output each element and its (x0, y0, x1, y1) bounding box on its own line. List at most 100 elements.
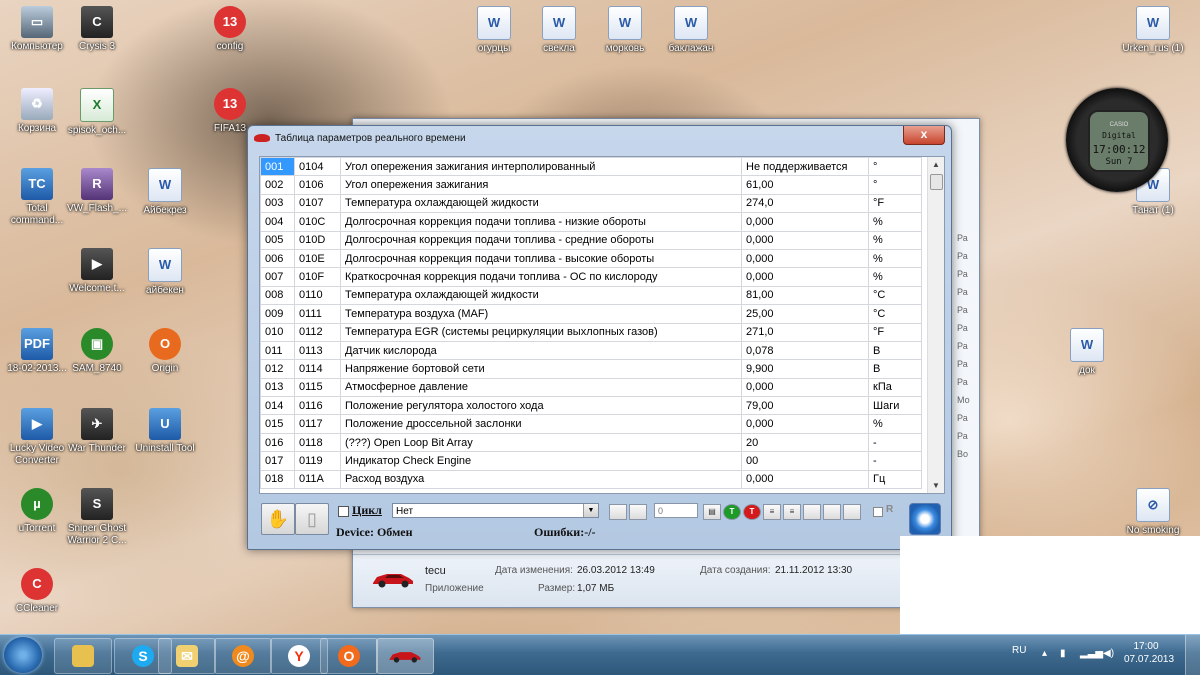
table-row[interactable]: 013 0115 Атмосферное давление 0,000 кПа (260, 377, 922, 398)
desktop-icon-aibekrez[interactable]: W Айбекрез (128, 168, 202, 217)
window-titlebar[interactable]: Таблица параметров реального времени x (248, 126, 951, 152)
explorer-list-item[interactable]: Мо (957, 391, 977, 409)
table-row[interactable]: 004 010C Долгосрочная коррекция подачи топ… (260, 212, 922, 232)
tray-clock[interactable]: 17:00 07.07.2013 (1124, 640, 1174, 666)
explorer-list-item[interactable]: Ра (957, 373, 977, 391)
table-row[interactable]: 014 0116 Положение регулятора холостого хо… (260, 396, 922, 416)
taskbar-explorer[interactable] (54, 638, 112, 674)
desktop-icon-ccleaner[interactable]: C CCleaner (0, 568, 74, 615)
tool-button-1[interactable] (609, 504, 627, 520)
casio-clock-gadget[interactable]: CASIO Digital 17:00:12 Sun 7 (1066, 88, 1168, 192)
desktop-icon-uninstall[interactable]: U Uninstall Tool (128, 408, 202, 455)
desktop-icon-morkov[interactable]: Wморковь (588, 6, 662, 55)
green-t-button[interactable]: T (723, 504, 741, 520)
origin-icon: O (338, 645, 360, 667)
scroll-down-arrow-icon[interactable]: ▼ (932, 481, 940, 490)
battery-icon[interactable]: ▮ (1060, 648, 1066, 659)
table-row[interactable]: 007 010F Краткосрочная коррекция подачи то… (260, 267, 922, 287)
ecu-button[interactable]: ▤ (703, 504, 721, 520)
tool-button-3[interactable] (803, 504, 821, 520)
table-row[interactable]: 017 0119 Индикатор Check Engine 00- (260, 451, 922, 471)
errors-status: Ошибки:-/- (534, 525, 596, 539)
counter-field[interactable]: 0 (654, 503, 698, 518)
desktop-icon-ogurtsy[interactable]: Wогурцы (457, 6, 531, 55)
explorer-list-item[interactable]: Ра (957, 319, 977, 337)
start-button[interactable] (4, 637, 42, 673)
params-table-container[interactable]: 001 0104 Угол опережения зажигания интерпо… (259, 156, 945, 494)
vertical-scrollbar[interactable]: ▲ ▼ (927, 157, 944, 493)
tool-button-4[interactable] (823, 504, 841, 520)
realtime-params-window[interactable]: Таблица параметров реального времени x 0… (247, 125, 952, 550)
tool-button-2[interactable] (629, 504, 647, 520)
taskbar-mail-ru[interactable]: @ (214, 638, 272, 674)
param-value: 0,000 (741, 248, 869, 269)
table-row[interactable]: 012 0114 Напряжение бортовой сети 9,900 В (260, 359, 922, 379)
desktop-icon-welcome[interactable]: ▶ Welcome.t... (60, 248, 134, 295)
explorer-list-item[interactable]: Ра (957, 247, 977, 265)
desktop-icon-svekla[interactable]: Wсвекла (522, 6, 596, 55)
table-row[interactable]: 009 0111 Температура воздуха (MAF) 25,00 °C (260, 304, 922, 324)
desktop-icon-vw-flash[interactable]: R VW_Flash_... (60, 168, 134, 215)
desktop-icon-spisok[interactable]: Xspisok_och... (60, 88, 134, 137)
param-unit: ° (868, 175, 922, 195)
r-checkbox[interactable] (873, 507, 883, 517)
desktop-icon-no-smoking[interactable]: ⊘ No smoking (1116, 488, 1190, 537)
signal-icon[interactable]: ▂▃▅ (1080, 648, 1103, 659)
table-row[interactable]: 015 0117 Положение дроссельной заслонки 0,0… (260, 414, 922, 434)
red-t-button[interactable]: T (743, 504, 761, 520)
desktop-icon-baklazhan[interactable]: Wбаклажан (654, 6, 728, 55)
desktop-icon-sniper[interactable]: S Sniper Ghost Warrior 2 C... (60, 488, 134, 547)
tray-up-arrow-icon[interactable]: ▴ (1042, 648, 1047, 659)
row-number: 009 (260, 304, 295, 324)
taskbar-mail-agent[interactable]: ✉ (158, 638, 216, 674)
desktop-icon-dok[interactable]: Wдок (1050, 328, 1124, 377)
table-row[interactable]: 016 0118 (???) Open Loop Bit Array 20- (260, 432, 922, 453)
explorer-list-item[interactable]: Ра (957, 283, 977, 301)
explorer-list-item[interactable]: Ра (957, 409, 977, 427)
explorer-list-item[interactable]: Ра (957, 355, 977, 373)
table-row[interactable]: 006 010E Долгосрочная коррекция подачи топ… (260, 248, 922, 269)
disk-button[interactable] (909, 503, 941, 535)
mode-select[interactable]: Нет ▼ (392, 503, 599, 518)
taskbar-ecu-app[interactable] (376, 638, 434, 674)
explorer-list-item[interactable]: Во (957, 445, 977, 463)
table-row[interactable]: 008 0110 Температура охлаждающей жидкости 8… (260, 285, 922, 306)
table-row[interactable]: 001 0104 Угол опережения зажигания интерпо… (260, 157, 922, 177)
explorer-list-item[interactable]: Ра (957, 337, 977, 355)
window-toolbar: ✋ ▯ Цикл Нет ▼ 0 ▤ T T ≡ ≡ R Device: Обм… (259, 498, 943, 544)
desktop-icon-config[interactable]: 13 config (193, 6, 267, 53)
list-button-1[interactable]: ≡ (763, 504, 781, 520)
table-row[interactable]: 002 0106 Угол опережения зажигания 61,00 ° (260, 175, 922, 195)
table-row[interactable]: 010 0112 Температура EGR (системы рециркул… (260, 322, 922, 342)
desktop-icon-crysis3[interactable]: C Crysis 3 (60, 6, 134, 53)
param-code: 010C (294, 212, 341, 232)
pdf-date-icon: PDF (21, 328, 53, 360)
desktop-icon-urken-rus[interactable]: W Urken_rus (1) (1116, 6, 1190, 55)
desktop-icon-origin[interactable]: O Origin (128, 328, 202, 375)
taskbar-origin[interactable]: O (320, 638, 378, 674)
tray-language[interactable]: RU (1012, 645, 1026, 656)
table-row[interactable]: 011 0113 Датчик кислорода 0,078 В (260, 340, 922, 361)
table-row[interactable]: 005 010D Долгосрочная коррекция подачи топ… (260, 230, 922, 250)
volume-icon[interactable]: ◀) (1103, 648, 1114, 659)
desktop-icon-war-thunder[interactable]: ✈ War Thunder (60, 408, 134, 455)
explorer-list-item[interactable]: Ра (957, 301, 977, 319)
hand-button[interactable]: ✋ (261, 503, 295, 535)
show-desktop-button[interactable] (1185, 635, 1200, 675)
tool-button-5[interactable] (843, 504, 861, 520)
row-number: 001 (260, 157, 295, 177)
chevron-down-icon[interactable]: ▼ (583, 504, 598, 517)
explorer-list-item[interactable]: Ра (957, 229, 977, 247)
explorer-list-item[interactable]: Ра (957, 427, 977, 445)
table-row[interactable]: 003 0107 Температура охлаждающей жидкости 2… (260, 193, 922, 214)
desktop-icon-sam[interactable]: ▣ SAM_8740 (60, 328, 134, 375)
desktop-icon-aibeken[interactable]: Wайбекен (128, 248, 202, 297)
list-button-2[interactable]: ≡ (783, 504, 801, 520)
page-button[interactable]: ▯ (295, 503, 329, 535)
cycle-checkbox[interactable] (338, 506, 349, 517)
explorer-list-item[interactable]: Ра (957, 265, 977, 283)
close-button[interactable]: x (903, 126, 945, 145)
table-row[interactable]: 018 011A Расход воздуха 0,000 Гц (260, 469, 922, 490)
scroll-up-arrow-icon[interactable]: ▲ (932, 160, 940, 169)
scroll-thumb[interactable] (930, 174, 943, 190)
